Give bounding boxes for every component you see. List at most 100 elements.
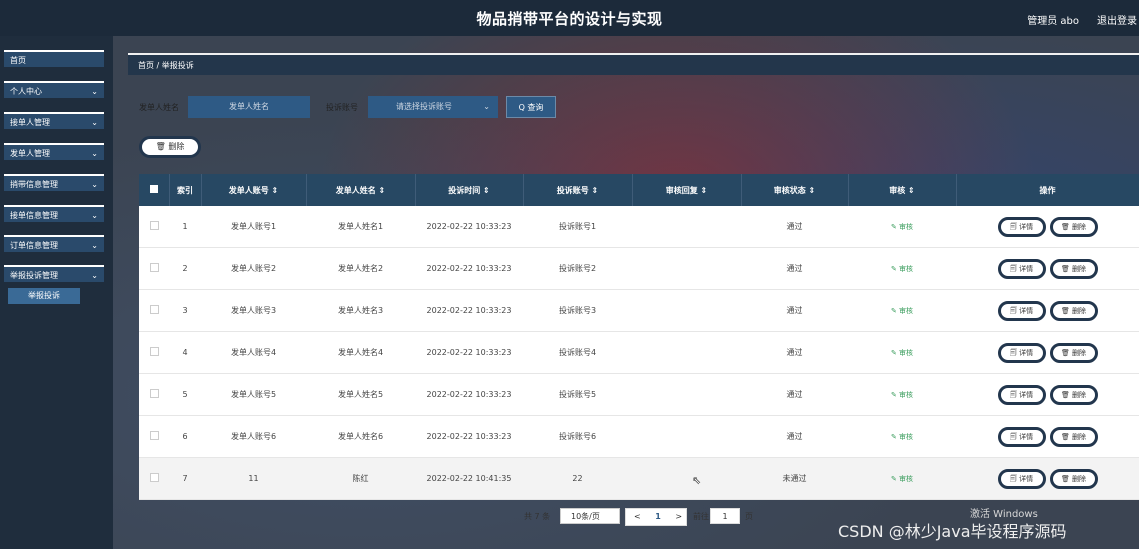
row-complaint-time: 2022-02-22 10:33:23 [415,415,523,458]
row-audit-reply [632,373,741,416]
audit-link[interactable]: ✎ 审核 [891,307,913,315]
sidebar-item-label: 捎带信息管理 [10,180,58,189]
row-audit-status: 通过 [741,331,848,374]
row-delete-button[interactable]: 🗑 删除 [1049,258,1098,279]
row-sender-name: 发单人姓名1 [306,206,415,248]
row-checkbox[interactable] [139,373,169,416]
row-checkbox[interactable] [139,331,169,374]
detail-button[interactable]: 🗐 详情 [997,300,1046,321]
row-delete-button[interactable]: 🗑 删除 [1049,216,1098,237]
prev-page-button[interactable]: < [634,512,641,521]
complaint-table: 索引 发单人账号 ⇕ 发单人姓名 ⇕ 投诉时间 ⇕ 投诉账号 ⇕ 审核回复 ⇕ … [139,174,1139,500]
row-delete-button[interactable]: 🗑 删除 [1049,426,1098,447]
audit-link[interactable]: ✎ 审核 [891,349,913,357]
complaint-account-placeholder: 请选择投诉账号 [396,102,452,111]
sidebar-item-label: 发单人管理 [10,149,50,158]
row-index: 6 [169,415,201,458]
row-delete-button[interactable]: 🗑 删除 [1049,468,1098,489]
row-checkbox[interactable] [139,247,169,290]
current-page[interactable]: 1 [655,512,661,521]
table-row: 2 发单人账号2 发单人姓名2 2022-02-22 10:33:23 投诉账号… [139,247,1139,290]
row-complaint-time: 2022-02-22 10:33:23 [415,331,523,374]
sidebar-item-label: 个人中心 [10,87,42,96]
chevron-down-icon: ⌄ [91,211,98,220]
sidebar-item-home[interactable]: 首页 [4,50,104,67]
audit-link[interactable]: ✎ 审核 [891,475,913,483]
row-complaint-time: 2022-02-22 10:33:23 [415,247,523,290]
row-sender-account: 发单人账号5 [201,373,306,416]
column-header-audit[interactable]: 审核 ⇕ [848,174,957,206]
column-header-sender-account[interactable]: 发单人账号 ⇕ [201,174,307,206]
sidebar-item-profile[interactable]: 个人中心 ⌄ [4,81,104,98]
row-sender-account: 发单人账号4 [201,331,306,374]
row-audit-status: 未通过 [741,457,848,500]
row-audit-reply [632,247,741,290]
row-index: 7 [169,457,201,500]
breadcrumb: 首页 / 举报投诉 [128,53,1139,75]
query-button[interactable]: Q 查询 [506,96,556,118]
row-sender-account: 发单人账号2 [201,247,306,290]
row-delete-button[interactable]: 🗑 删除 [1049,384,1098,405]
row-delete-button[interactable]: 🗑 删除 [1049,300,1098,321]
column-header-sender-name[interactable]: 发单人姓名 ⇕ [306,174,416,206]
table-row: 6 发单人账号6 发单人姓名6 2022-02-22 10:33:23 投诉账号… [139,415,1139,458]
row-index: 1 [169,206,201,248]
row-checkbox[interactable] [139,206,169,248]
sidebar-item-receiver-management[interactable]: 接单人管理 ⌄ [4,112,104,129]
table-row: 5 发单人账号5 发单人姓名5 2022-02-22 10:33:23 投诉账号… [139,373,1139,416]
sidebar-subitem-complaint[interactable]: 举报投诉 [8,288,80,304]
admin-user-label: 管理员 abo [1027,16,1079,27]
detail-button[interactable]: 🗐 详情 [997,216,1046,237]
sidebar-item-order-info[interactable]: 订单信息管理 ⌄ [4,235,104,252]
row-audit-status: 通过 [741,373,848,416]
sidebar-item-complaint-management[interactable]: 举报投诉管理 ⌄ [4,265,104,282]
sidebar-item-carry-info[interactable]: 捎带信息管理 ⌄ [4,174,104,191]
detail-button[interactable]: 🗐 详情 [997,468,1046,489]
column-header-complaint-account[interactable]: 投诉账号 ⇕ [523,174,633,206]
chevron-down-icon: ⌄ [483,102,490,111]
row-sender-name: 发单人姓名2 [306,247,415,290]
row-audit-reply [632,206,741,248]
column-header-audit-status[interactable]: 审核状态 ⇕ [741,174,849,206]
chevron-down-icon: ⌄ [91,118,98,127]
table-row: 1 发单人账号1 发单人姓名1 2022-02-22 10:33:23 投诉账号… [139,206,1139,248]
detail-button[interactable]: 🗐 详情 [997,258,1046,279]
sidebar-item-sender-management[interactable]: 发单人管理 ⌄ [4,143,104,160]
logout-link[interactable]: 退出登录 [1097,12,1137,27]
detail-button[interactable]: 🗐 详情 [997,426,1046,447]
app-title: 物品捎带平台的设计与实现 [476,10,663,28]
row-checkbox[interactable] [139,289,169,332]
column-header-audit-reply[interactable]: 审核回复 ⇕ [632,174,742,206]
column-header-complaint-time[interactable]: 投诉时间 ⇕ [415,174,524,206]
delete-button[interactable]: 🗑 删除 [139,136,201,158]
top-bar: 物品捎带平台的设计与实现 管理员 abo 退出登录 [0,0,1139,36]
row-checkbox[interactable] [139,457,169,500]
row-delete-button[interactable]: 🗑 删除 [1049,342,1098,363]
goto-page-input[interactable]: 1 [710,508,740,524]
row-sender-account: 发单人账号6 [201,415,306,458]
detail-button[interactable]: 🗐 详情 [997,342,1046,363]
next-page-button[interactable]: > [675,512,682,521]
row-audit-reply [632,289,741,332]
sender-name-input[interactable]: 发单人姓名 [188,96,310,118]
sidebar-item-order-taking-info[interactable]: 接单信息管理 ⌄ [4,205,104,222]
audit-link[interactable]: ✎ 审核 [891,391,913,399]
sidebar-item-label: 首页 [10,56,26,65]
sidebar-item-label: 举报投诉管理 [10,271,58,280]
chevron-down-icon: ⌄ [91,271,98,280]
sender-name-label: 发单人姓名 [139,103,179,112]
row-complaint-time: 2022-02-22 10:33:23 [415,206,523,248]
row-complaint-account: 投诉账号1 [523,206,632,248]
select-all-checkbox[interactable] [139,174,170,206]
row-index: 3 [169,289,201,332]
audit-link[interactable]: ✎ 审核 [891,433,913,441]
row-index: 2 [169,247,201,290]
sidebar: 首页 个人中心 ⌄ 接单人管理 ⌄ 发单人管理 ⌄ 捎带信息管理 ⌄ 接单信息管… [0,36,113,549]
row-complaint-time: 2022-02-22 10:33:23 [415,373,523,416]
audit-link[interactable]: ✎ 审核 [891,265,913,273]
page-size-select[interactable]: 10条/页 [560,508,620,524]
detail-button[interactable]: 🗐 详情 [997,384,1046,405]
complaint-account-select[interactable]: 请选择投诉账号 ⌄ [368,96,498,118]
audit-link[interactable]: ✎ 审核 [891,223,913,231]
row-checkbox[interactable] [139,415,169,458]
